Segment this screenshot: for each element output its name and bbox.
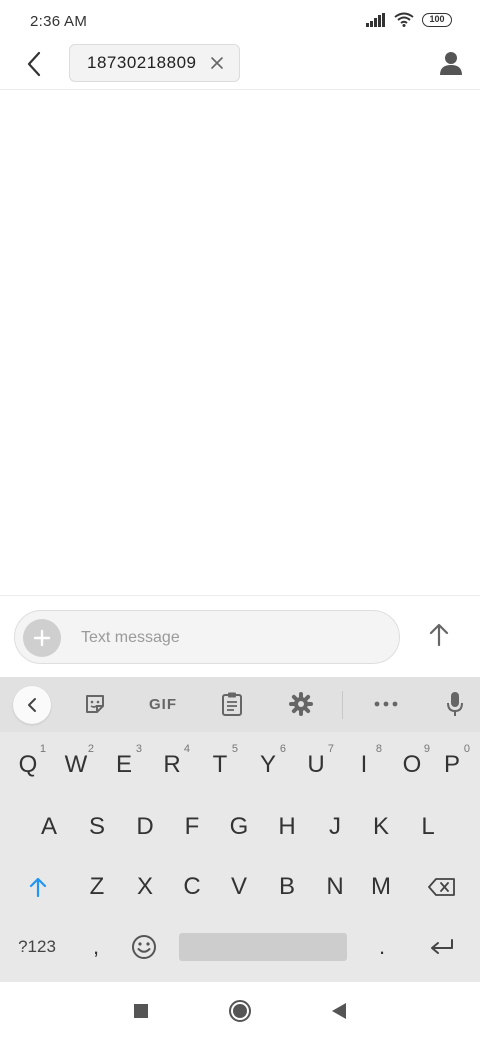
circle-icon — [229, 1000, 251, 1022]
settings-button[interactable] — [286, 689, 316, 719]
plus-icon — [33, 629, 51, 647]
keyboard-collapse-button[interactable] — [13, 686, 51, 724]
close-icon[interactable] — [210, 56, 224, 70]
key-r[interactable]: R4 — [148, 741, 196, 789]
key-p[interactable]: P0 — [428, 741, 476, 789]
key-g[interactable]: G — [215, 803, 263, 851]
key-y[interactable]: Y6 — [244, 741, 292, 789]
keyboard-toolbar: GIF — [0, 677, 480, 732]
key-b[interactable]: B — [263, 863, 311, 911]
key-l[interactable]: L — [404, 803, 452, 851]
symbols-key[interactable]: ?123 — [10, 923, 64, 971]
key-z[interactable]: Z — [73, 863, 121, 911]
gif-label: GIF — [149, 695, 177, 713]
recipient-chip[interactable]: 18730218809 — [69, 44, 240, 82]
battery-icon: 100 — [422, 12, 452, 27]
recipient-number: 18730218809 — [87, 53, 197, 72]
key-q[interactable]: Q1 — [4, 741, 52, 789]
key-t[interactable]: T5 — [196, 741, 244, 789]
arrow-up-icon — [29, 877, 47, 898]
status-bar: 2:36 AM 100 — [0, 0, 480, 44]
key-e[interactable]: E3 — [100, 741, 148, 789]
chevron-left-icon — [28, 698, 36, 712]
more-options-button[interactable] — [371, 689, 401, 719]
add-attachment-button[interactable] — [23, 619, 61, 657]
clipboard-button[interactable] — [217, 689, 247, 719]
enter-icon — [431, 939, 453, 954]
emoji-key[interactable] — [122, 923, 166, 971]
microphone-icon — [447, 692, 463, 716]
wifi-icon — [394, 12, 414, 27]
back-nav-button[interactable] — [326, 998, 352, 1024]
key-n[interactable]: N — [311, 863, 359, 911]
contact-icon[interactable] — [438, 50, 464, 76]
key-k[interactable]: K — [357, 803, 405, 851]
home-button[interactable] — [227, 998, 253, 1024]
keyboard: GIF Q 1 W 2 E 3 R 4 T 5 Y 6 U 7 I 8 O 9 … — [0, 677, 480, 982]
sticker-button[interactable] — [80, 689, 110, 719]
shift-key[interactable] — [14, 863, 62, 911]
sticker-icon — [86, 695, 104, 713]
backspace-key[interactable] — [418, 863, 466, 911]
key-h[interactable]: H — [263, 803, 311, 851]
key-m[interactable]: M — [357, 863, 405, 911]
voice-input-button[interactable] — [440, 689, 470, 719]
more-icon — [374, 701, 398, 707]
period-key[interactable]: . — [360, 923, 404, 971]
message-list[interactable] — [0, 91, 480, 595]
key-v[interactable]: V — [215, 863, 263, 911]
conversation-header: 18730218809 — [0, 44, 480, 90]
triangle-back-icon — [332, 1003, 346, 1019]
key-u[interactable]: U7 — [292, 741, 340, 789]
key-x[interactable]: X — [121, 863, 169, 911]
key-f[interactable]: F — [168, 803, 216, 851]
toolbar-divider — [342, 691, 343, 719]
key-c[interactable]: C — [168, 863, 216, 911]
key-i[interactable]: I8 — [340, 741, 388, 789]
space-key[interactable] — [179, 933, 347, 961]
navigation-bar — [0, 982, 480, 1040]
text-message-input[interactable] — [81, 626, 381, 650]
key-a[interactable]: A — [25, 803, 73, 851]
send-icon[interactable] — [424, 620, 454, 650]
chevron-left-icon — [27, 51, 41, 77]
gif-button[interactable]: GIF — [145, 689, 181, 719]
back-button[interactable] — [20, 50, 48, 78]
status-time: 2:36 AM — [30, 13, 88, 30]
emoji-icon — [132, 935, 156, 959]
comma-key[interactable]: , — [74, 923, 118, 971]
backspace-icon — [428, 878, 455, 896]
compose-field — [14, 610, 400, 664]
enter-key[interactable] — [418, 923, 466, 971]
compose-bar — [0, 595, 480, 677]
clipboard-icon — [222, 692, 242, 716]
key-j[interactable]: J — [311, 803, 359, 851]
status-icons: 100 — [366, 12, 452, 27]
key-s[interactable]: S — [73, 803, 121, 851]
recents-button[interactable] — [128, 998, 154, 1024]
gear-icon — [289, 692, 313, 716]
key-w[interactable]: W2 — [52, 741, 100, 789]
signal-icon — [366, 12, 385, 27]
key-d[interactable]: D — [121, 803, 169, 851]
square-icon — [134, 1004, 148, 1018]
